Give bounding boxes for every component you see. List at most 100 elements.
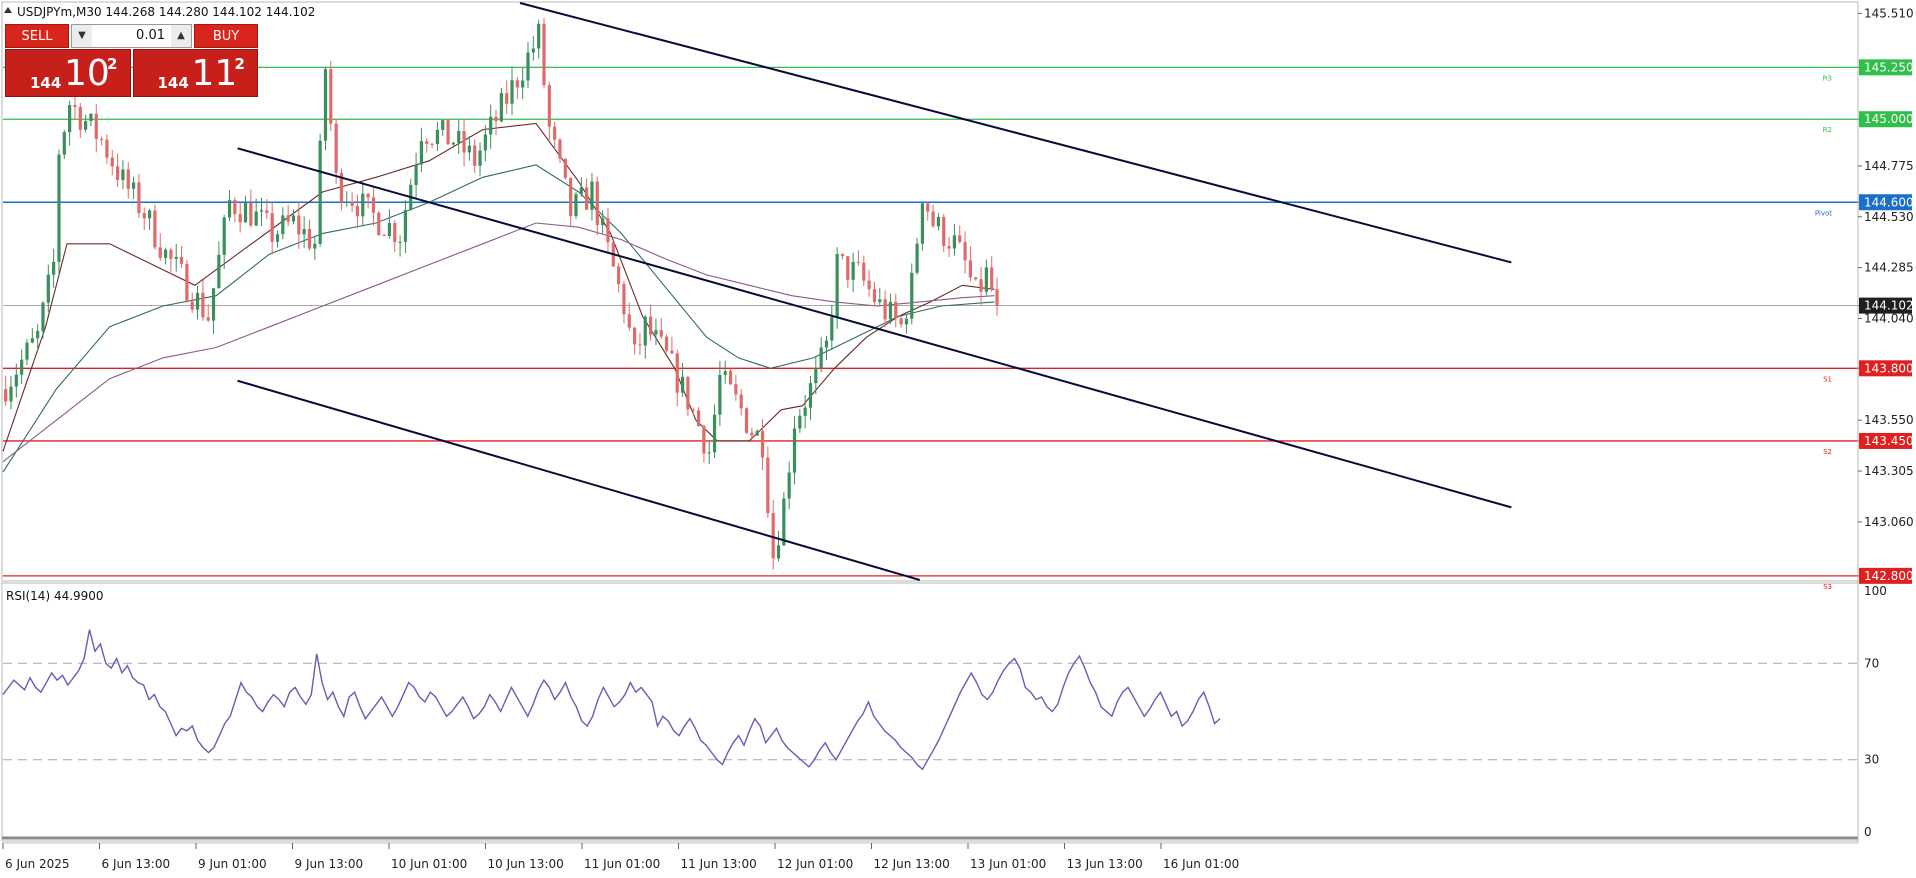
candle-body — [238, 214, 242, 223]
candle-body — [904, 318, 909, 325]
candle-body — [185, 263, 189, 302]
candle-body — [915, 243, 919, 273]
candle-body — [329, 69, 333, 124]
candle-body — [462, 131, 466, 153]
candle-body — [515, 80, 519, 88]
lot-size-input[interactable]: 0.01 — [92, 25, 171, 47]
candle-body — [926, 203, 930, 212]
candle-body — [952, 235, 957, 249]
candle-body — [201, 292, 205, 318]
candle-body — [883, 299, 887, 320]
candle-body — [318, 140, 322, 244]
candle-body — [734, 384, 738, 395]
candle-body — [169, 249, 173, 259]
candle-body — [153, 210, 157, 248]
candle-body — [355, 205, 360, 217]
candle-body — [217, 254, 221, 289]
candle-body — [195, 292, 200, 310]
trading-chart[interactable]: R3 R2 Pivot S1 S2 S3 145.510 145.250 145.000 144… — [0, 0, 1916, 874]
buy-quote[interactable]: 144 11 2 — [132, 49, 258, 97]
candle-body — [691, 409, 695, 411]
candle-body — [835, 254, 839, 318]
level-label-r3: R3 — [1823, 74, 1832, 82]
candle-body — [942, 216, 946, 246]
candle-body — [4, 389, 8, 402]
candle-body — [377, 212, 381, 235]
candle-body — [531, 48, 535, 53]
candle-body — [131, 182, 136, 189]
chart-canvas[interactable]: R3 R2 Pivot S1 S2 S3 145.510 145.250 145.000 144… — [0, 0, 1916, 874]
candle-body — [243, 202, 248, 223]
price-tick-label: 144.040 — [1864, 311, 1914, 325]
candle-body — [798, 415, 802, 429]
candle-body — [627, 314, 631, 328]
price-tick-label: 145.510 — [1864, 6, 1914, 20]
candle-body — [755, 431, 759, 436]
candle-body — [68, 105, 72, 133]
candle-body — [115, 166, 120, 180]
candle-body — [819, 347, 823, 369]
candle-body — [643, 316, 647, 346]
candle-body — [105, 139, 109, 158]
candle-body — [675, 353, 679, 393]
price-tick-label: 143.450 — [1864, 434, 1914, 448]
candle-body — [430, 143, 434, 145]
sell-button[interactable]: SELL — [5, 24, 69, 48]
candle-body — [222, 217, 226, 255]
time-tick-label: 9 Jun 01:00 — [198, 857, 267, 871]
one-click-trading-panel: SELL ▼ 0.01 ▲ BUY 144 10 2 144 11 2 — [5, 24, 258, 98]
candle-body — [840, 254, 845, 257]
candle-body — [787, 472, 791, 499]
candle-body — [233, 200, 237, 215]
time-tick-label: 10 Jun 01:00 — [391, 857, 467, 871]
candle-body — [361, 193, 365, 217]
rsi-tick-label: 70 — [1864, 656, 1879, 670]
candle-body — [441, 120, 445, 130]
candle-body — [89, 113, 93, 122]
time-tick-label: 6 Jun 2025 — [5, 857, 70, 871]
candle-body — [451, 142, 455, 145]
candle-body — [696, 410, 701, 427]
price-tick-label: 143.800 — [1864, 361, 1914, 375]
candle-body — [680, 376, 685, 393]
candle-body — [750, 432, 754, 436]
candle-body — [110, 157, 114, 167]
candle-body — [14, 374, 18, 387]
buy-button[interactable]: BUY — [194, 24, 258, 48]
candle-body — [265, 210, 269, 214]
level-label-r2: R2 — [1823, 126, 1832, 134]
candle-body — [457, 131, 461, 143]
candle-body — [345, 201, 349, 203]
candle-body — [25, 342, 29, 360]
candle-body — [307, 228, 312, 249]
candle-body — [41, 302, 45, 332]
candle-body — [403, 210, 408, 242]
candle-body — [803, 407, 807, 416]
candle-body — [174, 256, 178, 259]
candle-body — [489, 116, 493, 135]
candle-body — [542, 23, 546, 86]
candle-body — [350, 201, 354, 206]
candle-body — [558, 139, 562, 159]
candle-body — [36, 331, 40, 339]
chart-background — [0, 0, 1916, 874]
candle-body — [190, 301, 194, 310]
candle-body — [968, 260, 972, 278]
candle-body — [521, 80, 525, 88]
candle-body — [931, 211, 935, 227]
time-tick-label: 13 Jun 13:00 — [1067, 857, 1143, 871]
sell-quote-prefix: 144 — [30, 74, 62, 92]
candle-body — [723, 371, 727, 375]
sell-quote[interactable]: 144 10 2 — [5, 49, 131, 97]
lot-increase-icon[interactable]: ▲ — [171, 25, 191, 47]
candle-body — [393, 222, 397, 243]
time-tick-label: 12 Jun 01:00 — [777, 857, 853, 871]
time-tick-label: 11 Jun 13:00 — [681, 857, 757, 871]
candle-body — [585, 187, 589, 210]
candle-body — [84, 121, 88, 130]
candle-body — [808, 383, 813, 408]
lot-decrease-icon[interactable]: ▼ — [72, 25, 92, 47]
candle-body — [595, 181, 599, 225]
candle-body — [398, 241, 402, 243]
candle-body — [9, 386, 13, 402]
